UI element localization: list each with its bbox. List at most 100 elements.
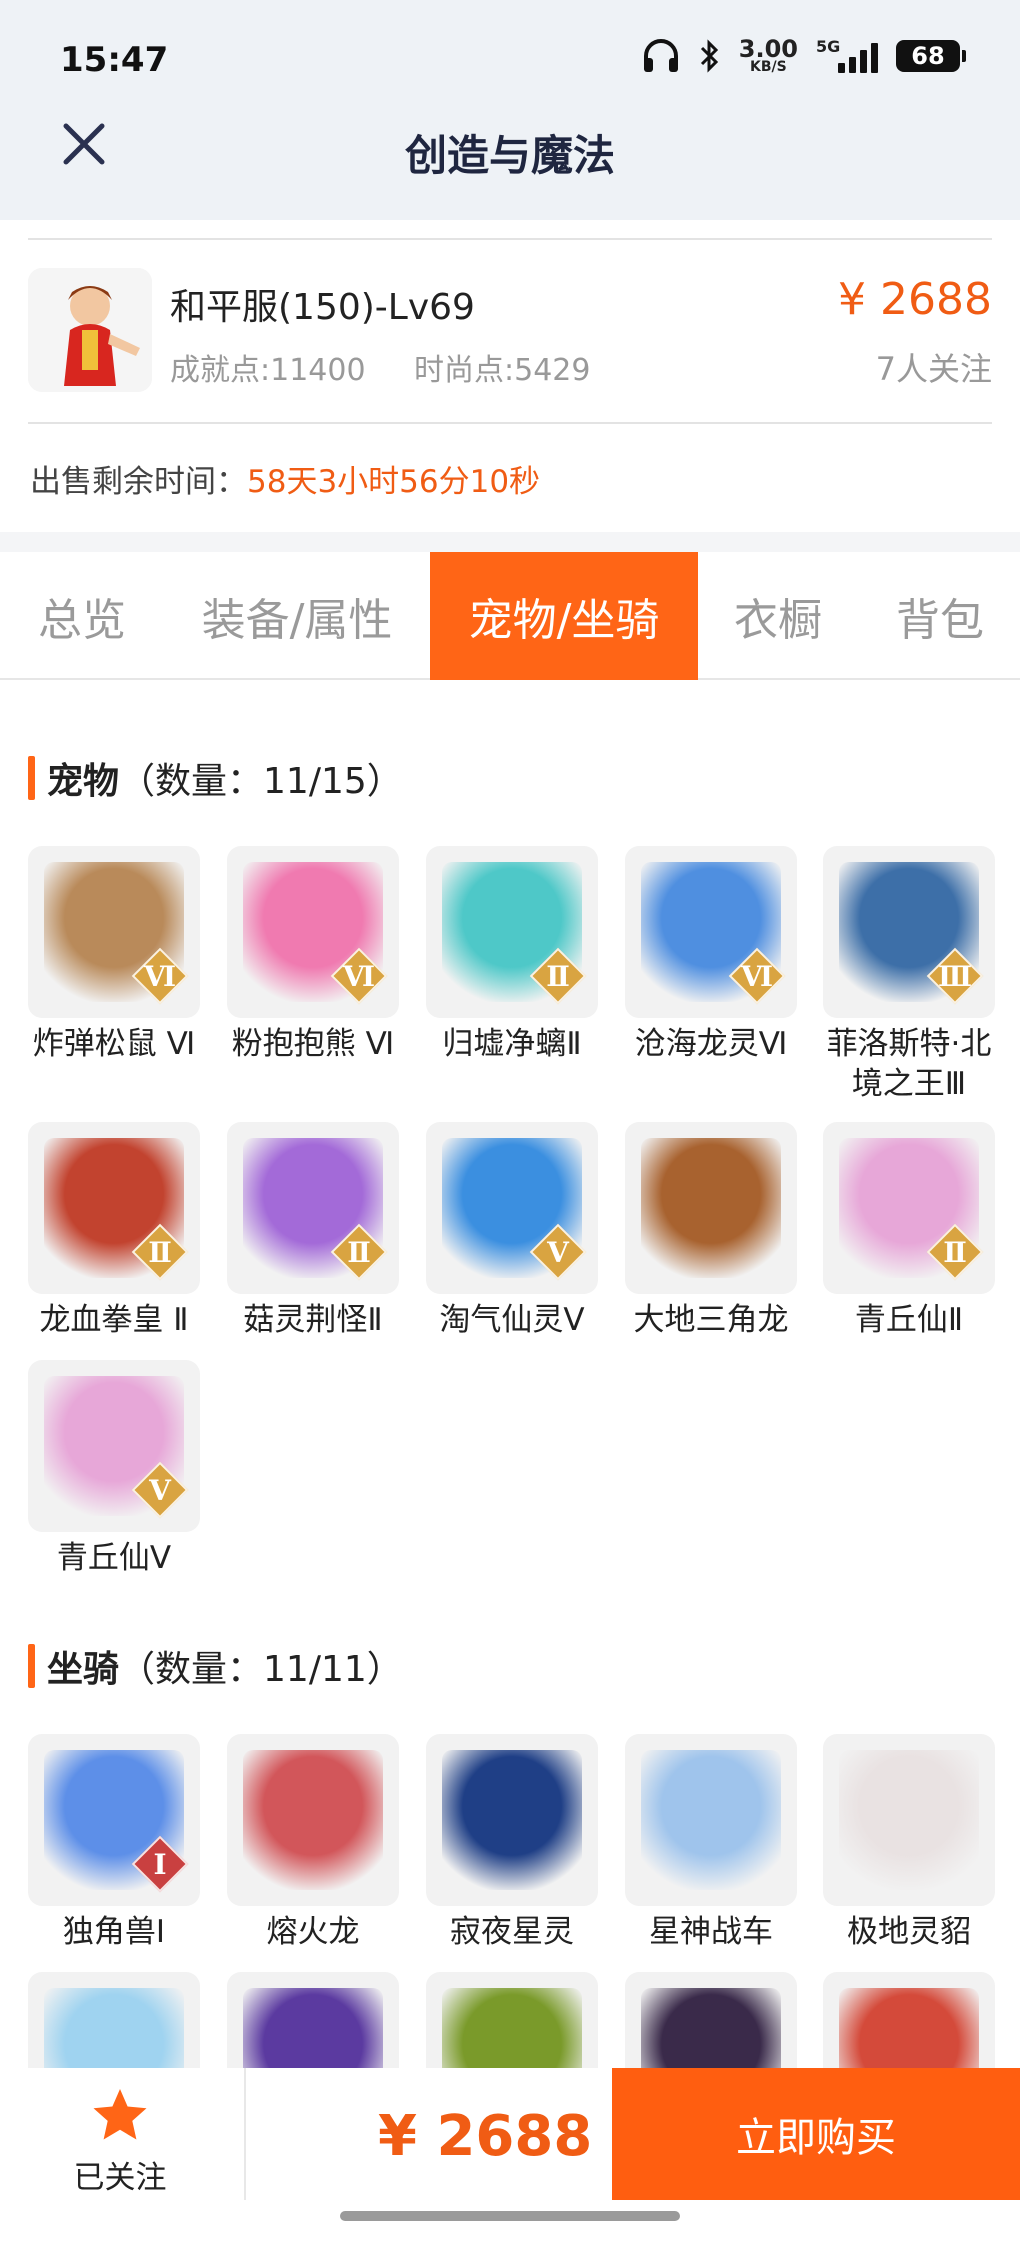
headphones-icon	[641, 38, 681, 74]
rank-badge-icon: Ⅱ	[330, 1223, 388, 1281]
pet-thumbnail	[625, 1122, 797, 1294]
pet-item[interactable]: Ⅱ 归墟净螭Ⅱ	[426, 846, 598, 1064]
achievement-points: 成就点:11400	[170, 353, 366, 388]
mount-item[interactable]: 寂夜星灵	[426, 1734, 598, 1952]
pet-thumbnail: Ⅱ	[823, 1122, 995, 1294]
mount-thumbnail	[823, 1734, 995, 1906]
remaining-time: 出售剩余时间：58天3小时56分10秒	[30, 456, 540, 501]
mount-name: 星神战车	[649, 1914, 773, 1950]
pet-thumbnail: Ⅲ	[823, 846, 995, 1018]
home-indicator	[340, 2211, 680, 2221]
mount-image	[442, 1750, 582, 1890]
pet-name: 龙血拳皇 Ⅱ	[39, 1302, 189, 1338]
mount-item[interactable]: 极地灵貂	[823, 1734, 995, 1952]
status-icons: 3.00 KB/S 5G 68	[641, 35, 966, 75]
mount-item[interactable]: 星神战车	[625, 1734, 797, 1952]
tab-overview[interactable]: 总览	[0, 552, 164, 680]
tab-equipment[interactable]: 装备/属性	[172, 552, 422, 680]
mount-image	[839, 1750, 979, 1890]
pet-name: 粉抱抱熊 Ⅵ	[231, 1026, 395, 1062]
net-speed-unit: KB/S	[750, 59, 787, 75]
character-avatar	[28, 268, 152, 392]
pet-name: 菇灵荆怪Ⅱ	[243, 1302, 383, 1338]
pet-item[interactable]: Ⅱ 龙血拳皇 Ⅱ	[28, 1122, 200, 1340]
mount-name: 熔火龙	[266, 1914, 360, 1950]
pet-thumbnail: Ⅱ	[426, 846, 598, 1018]
pet-name: 青丘仙Ⅱ	[854, 1302, 964, 1338]
pet-item[interactable]: Ⅱ 青丘仙Ⅱ	[823, 1122, 995, 1340]
mount-name: 独角兽Ⅰ	[62, 1914, 166, 1950]
signal-icon: 5G	[816, 37, 878, 73]
mount-name: 极地灵貂	[847, 1914, 971, 1950]
pet-item[interactable]: 大地三角龙	[625, 1122, 797, 1340]
pet-item[interactable]: Ⅵ 炸弹松鼠 Ⅵ	[28, 846, 200, 1064]
follower-count: 7人关注	[875, 350, 992, 388]
item-price: ¥ 2688	[838, 274, 992, 325]
pet-item[interactable]: Ⅴ 青丘仙Ⅴ	[28, 1360, 200, 1578]
divider	[244, 2068, 246, 2200]
mount-name: 寂夜星灵	[450, 1914, 574, 1950]
pet-name: 大地三角龙	[633, 1302, 789, 1338]
status-time: 15:47	[60, 40, 169, 80]
rank-badge-icon: Ⅲ	[926, 947, 984, 1005]
pet-thumbnail: Ⅱ	[227, 1122, 399, 1294]
mount-image	[243, 1750, 383, 1890]
rank-badge-icon: Ⅱ	[529, 947, 587, 1005]
pet-item[interactable]: Ⅵ 粉抱抱熊 Ⅵ	[227, 846, 399, 1064]
pet-thumbnail: Ⅴ	[426, 1122, 598, 1294]
pet-name: 青丘仙Ⅴ	[56, 1540, 172, 1576]
pet-name: 菲洛斯特·北境之王Ⅲ	[826, 1026, 992, 1102]
rank-badge-icon: Ⅴ	[529, 1223, 587, 1281]
mount-item[interactable]: 熔火龙	[227, 1734, 399, 1952]
tab-pets-mounts[interactable]: 宠物/坐骑	[430, 552, 698, 680]
star-icon	[93, 2089, 147, 2140]
pet-thumbnail: Ⅵ	[28, 846, 200, 1018]
mount-thumbnail: Ⅰ	[28, 1734, 200, 1906]
pet-item[interactable]: Ⅵ 沧海龙灵Ⅵ	[625, 846, 797, 1064]
rank-badge-icon: Ⅱ	[926, 1223, 984, 1281]
follow-button[interactable]: 已关注	[40, 2086, 200, 2206]
mount-item[interactable]: Ⅰ 独角兽Ⅰ	[28, 1734, 200, 1952]
pet-thumbnail: Ⅵ	[227, 846, 399, 1018]
divider	[28, 422, 992, 424]
bluetooth-icon	[699, 39, 721, 73]
item-name: 和平服(150)-Lv69	[170, 287, 475, 328]
mount-thumbnail	[625, 1734, 797, 1906]
mounts-title: 坐骑	[47, 1649, 120, 1690]
remaining-time-label: 出售剩余时间：	[30, 464, 247, 500]
pet-name: 淘气仙灵Ⅴ	[439, 1302, 585, 1338]
page-title: 创造与魔法	[404, 131, 615, 180]
mount-thumbnail	[227, 1734, 399, 1906]
fashion-points: 时尚点:5429	[414, 353, 591, 388]
pet-name: 沧海龙灵Ⅵ	[634, 1026, 788, 1062]
mount-image	[641, 1750, 781, 1890]
mounts-section-title: 坐骑 （数量：11/11）	[28, 1640, 403, 1692]
pet-item[interactable]: Ⅱ 菇灵荆怪Ⅱ	[227, 1122, 399, 1340]
tab-backpack[interactable]: 背包	[866, 552, 1014, 680]
section-gap	[0, 532, 1020, 552]
remaining-time-value: 58天3小时56分10秒	[247, 464, 541, 500]
pets-count: （数量：11/15）	[119, 761, 403, 802]
buy-now-button[interactable]: 立即购买	[612, 2068, 1020, 2200]
rank-badge-icon: Ⅵ	[728, 947, 786, 1005]
pet-thumbnail: Ⅵ	[625, 846, 797, 1018]
net-speed-value: 3.00	[738, 35, 798, 63]
character-icon	[28, 268, 152, 392]
pet-name: 炸弹松鼠 Ⅵ	[32, 1026, 196, 1062]
mount-thumbnail	[426, 1734, 598, 1906]
pets-section-title: 宠物 （数量：11/15）	[28, 752, 403, 804]
bottom-price: ¥ 2688	[378, 2104, 593, 2169]
top-header-area: 15:47 3.00 KB/S 5G 68 创造与魔法	[0, 0, 1020, 220]
pet-image	[641, 1138, 781, 1278]
battery-icon: 68	[896, 40, 966, 72]
pet-item[interactable]: Ⅴ 淘气仙灵Ⅴ	[426, 1122, 598, 1340]
network-type: 5G	[816, 37, 841, 56]
pet-item[interactable]: Ⅲ 菲洛斯特·北境之王Ⅲ	[823, 846, 995, 1104]
rank-badge-icon: Ⅱ	[131, 1223, 189, 1281]
pet-thumbnail: Ⅴ	[28, 1360, 200, 1532]
divider	[28, 238, 992, 240]
follow-label: 已关注	[73, 2160, 167, 2196]
tab-bar: 总览 装备/属性 宠物/坐骑 衣橱 背包	[0, 552, 1020, 680]
pet-thumbnail: Ⅱ	[28, 1122, 200, 1294]
tab-wardrobe[interactable]: 衣橱	[706, 552, 850, 680]
